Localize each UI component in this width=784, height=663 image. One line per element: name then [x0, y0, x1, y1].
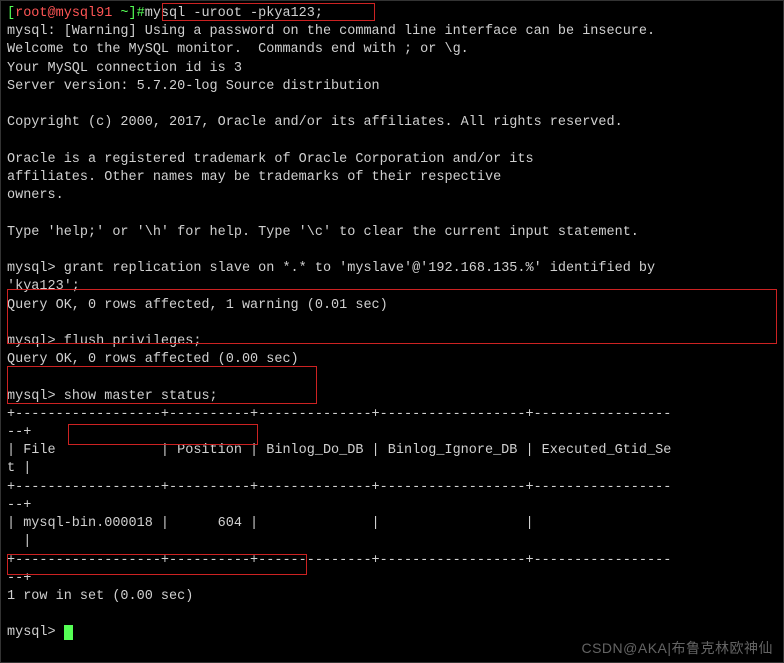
warning-line: mysql: [Warning] Using a password on the… — [7, 23, 777, 41]
cursor-icon — [64, 625, 73, 640]
table-header-cont: t | — [7, 460, 777, 478]
mysql-prompt: mysql> — [7, 625, 64, 640]
welcome-line: Welcome to the MySQL monitor. Commands e… — [7, 41, 777, 59]
sql-result-line: Query OK, 0 rows affected (0.00 sec) — [7, 351, 777, 369]
terminal-output[interactable]: [root@mysql91 ~]#mysql -uroot -pkya123; … — [7, 5, 777, 643]
help-line: Type 'help;' or '\h' for help. Type '\c'… — [7, 224, 777, 242]
table-row-cont: | — [7, 533, 777, 551]
table-footer: 1 row in set (0.00 sec) — [7, 588, 777, 606]
trademark-line: affiliates. Other names may be trademark… — [7, 169, 777, 187]
sql-command: grant replication slave on *.* to 'mysla… — [64, 261, 664, 276]
sql-grant-line: mysql> grant replication slave on *.* to… — [7, 260, 777, 278]
table-border: +------------------+----------+---------… — [7, 552, 777, 570]
table-border-cont: --+ — [7, 497, 777, 515]
mysql-prompt: mysql> — [7, 261, 64, 276]
sql-grant-line-cont: 'kya123'; — [7, 278, 777, 296]
user-host: root@mysql91 — [15, 6, 112, 21]
table-border: +------------------+----------+---------… — [7, 479, 777, 497]
table-row: | mysql-bin.000018 | 604 | | | — [7, 515, 777, 533]
shell-command: mysql -uroot -pkya123; — [145, 6, 323, 21]
table-border-cont: --+ — [7, 570, 777, 588]
blank-line — [7, 242, 777, 260]
blank-line — [7, 369, 777, 387]
sql-command: flush privileges; — [64, 334, 202, 349]
server-version-line: Server version: 5.7.20-log Source distri… — [7, 78, 777, 96]
copyright-line: Copyright (c) 2000, 2017, Oracle and/or … — [7, 114, 777, 132]
trademark-line: owners. — [7, 187, 777, 205]
connection-id-line: Your MySQL connection id is 3 — [7, 60, 777, 78]
bracket-close: ]# — [129, 6, 145, 21]
table-header: | File | Position | Binlog_Do_DB | Binlo… — [7, 442, 777, 460]
watermark-text: CSDN@AKA|布鲁克林欧神仙 — [581, 639, 773, 658]
blank-line — [7, 133, 777, 151]
sql-result-line: Query OK, 0 rows affected, 1 warning (0.… — [7, 297, 777, 315]
blank-line — [7, 606, 777, 624]
mysql-prompt: mysql> — [7, 334, 64, 349]
bracket-open: [ — [7, 6, 15, 21]
trademark-line: Oracle is a registered trademark of Orac… — [7, 151, 777, 169]
blank-line — [7, 96, 777, 114]
shell-prompt-line: [root@mysql91 ~]#mysql -uroot -pkya123; — [7, 5, 777, 23]
table-border-cont: --+ — [7, 424, 777, 442]
table-border: +------------------+----------+---------… — [7, 406, 777, 424]
blank-line — [7, 205, 777, 223]
blank-line — [7, 315, 777, 333]
mysql-prompt: mysql> — [7, 389, 64, 404]
sql-command: show master status; — [64, 389, 218, 404]
path-sep: ~ — [112, 6, 128, 21]
sql-flush-line: mysql> flush privileges; — [7, 333, 777, 351]
sql-showmaster-line: mysql> show master status; — [7, 388, 777, 406]
